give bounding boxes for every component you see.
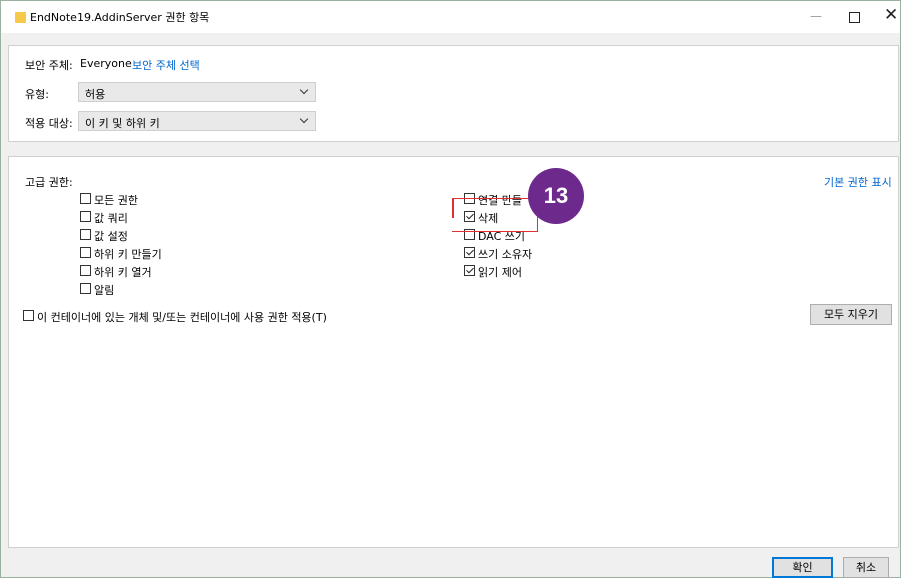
folder-icon (15, 12, 26, 23)
cancel-button[interactable]: 취소 (843, 557, 889, 578)
checkbox[interactable] (23, 310, 34, 321)
type-dropdown[interactable]: 허용 (78, 82, 316, 102)
ok-button[interactable]: 확인 (772, 557, 833, 578)
select-principal-link[interactable]: 보안 주체 선택 (132, 57, 200, 73)
checkbox[interactable] (80, 193, 91, 204)
checkbox[interactable] (80, 211, 91, 222)
applies-to-dropdown-value: 이 키 및 하위 키 (85, 117, 160, 130)
checkbox-checked[interactable] (464, 265, 475, 276)
advanced-permissions-label: 고급 권한: (25, 176, 73, 189)
chevron-down-icon (299, 114, 309, 124)
type-dropdown-value: 허용 (85, 88, 106, 101)
applies-to-label: 적용 대상: (25, 117, 73, 130)
checkbox[interactable] (80, 283, 91, 294)
minimize-button[interactable]: — (807, 9, 825, 23)
step-badge: 13 (528, 168, 584, 224)
type-label: 유형: (25, 88, 49, 101)
clear-all-button[interactable]: 모두 지우기 (810, 304, 892, 325)
title-bar: EndNote19.AddinServer 권한 항목 — ✕ (1, 1, 900, 33)
window-title: EndNote19.AddinServer 권한 항목 (30, 11, 210, 24)
highlight-box (452, 198, 538, 232)
show-basic-permissions-link[interactable]: 기본 권한 표시 (824, 174, 892, 190)
checkbox[interactable] (80, 247, 91, 258)
checkbox[interactable] (80, 265, 91, 276)
checkbox[interactable] (80, 229, 91, 240)
chevron-down-icon (299, 85, 309, 95)
close-button[interactable]: ✕ (884, 6, 898, 24)
principal-label: 보안 주체: (25, 59, 73, 72)
checkbox-checked[interactable] (464, 247, 475, 258)
applies-to-dropdown[interactable]: 이 키 및 하위 키 (78, 111, 316, 131)
maximize-button[interactable] (849, 12, 860, 23)
principal-value: Everyone (80, 57, 132, 70)
footer-bar (1, 549, 900, 577)
